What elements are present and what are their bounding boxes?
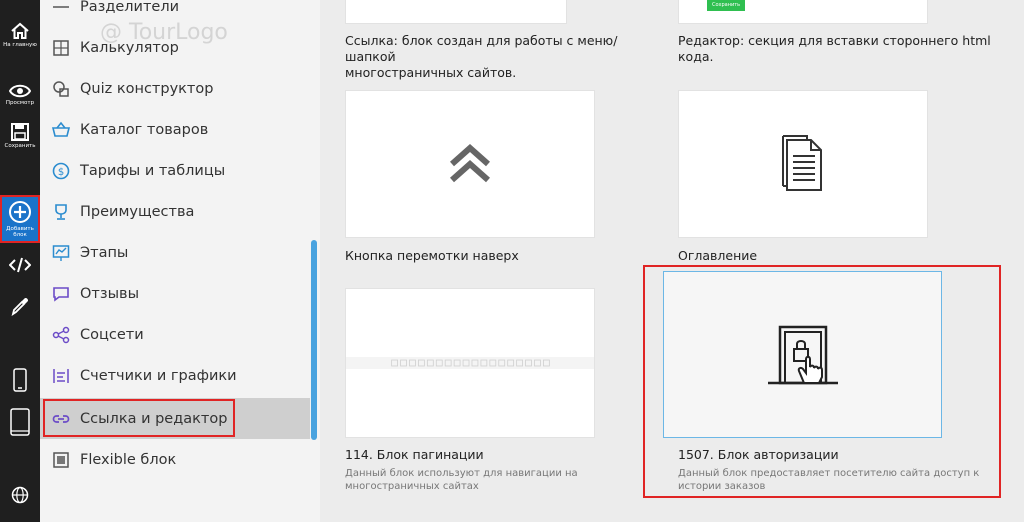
pagination-card-title[interactable]: 114. Блок пагинации [345,447,484,463]
sidebar-item-social[interactable]: Соцсети [40,314,310,355]
link-block-card-title[interactable]: Ссылка: блок создан для работы с меню/ша… [345,33,665,81]
editor-block-save-button: Сохранить [707,0,746,11]
tablet-view-button[interactable] [0,408,40,436]
chart-board-icon [52,244,70,262]
sidebar-item-label: Счетчики и графики [80,367,237,384]
sidebar-item-label: Соцсети [80,326,144,343]
floppy-disk-icon [11,123,29,141]
auth-card-title[interactable]: 1507. Блок авторизации [678,447,839,463]
quiz-icon [52,80,70,98]
mobile-view-button[interactable] [0,368,40,392]
code-button[interactable] [0,256,40,274]
preview-label: Просмотр [5,100,35,106]
home-icon [11,22,29,39]
color-picker-button[interactable] [0,296,40,316]
pagination-desc-line2: многостраничных сайтах [345,481,479,492]
home-button[interactable]: На главную [0,22,40,48]
preview-button[interactable]: Просмотр [0,84,40,106]
sidebar-item-label: Разделители [80,0,180,15]
share-icon [52,326,70,344]
basket-icon [52,121,70,139]
block-categories-sidebar: @ TourLogo Разделители Калькулятор Quiz … [40,0,320,522]
pagination-preview-icon [346,357,594,369]
calculator-icon [52,39,70,57]
link-icon [52,410,70,428]
door-touch-icon [767,325,838,384]
sidebar-item-tariffs[interactable]: $ Тарифы и таблицы [40,150,310,191]
smartphone-icon [13,368,27,392]
svg-text:$: $ [58,167,64,178]
divider-icon [52,0,70,16]
sidebar-item-catalog[interactable]: Каталог товаров [40,109,310,150]
plus-circle-icon [9,201,31,223]
language-button[interactable] [0,486,40,504]
code-icon [9,257,31,273]
editor-block-card-title[interactable]: Редактор: секция для вставки стороннего … [678,33,998,65]
toc-card-title[interactable]: Оглавление [678,248,757,264]
scroll-top-card-preview[interactable] [345,90,595,238]
pagination-card-description: Данный блок используют для навигации на … [345,467,578,493]
editor-block-title-line2: кода. [678,49,714,64]
add-block-label: Добавить блок [6,226,34,238]
sidebar-item-counters[interactable]: Счетчики и графики [40,355,310,396]
sidebar-item-label: Тарифы и таблицы [80,162,226,179]
sidebar-scrollbar[interactable] [311,240,317,440]
eye-icon [9,84,31,98]
editor-block-card-preview[interactable]: Сохранить [678,0,928,24]
sidebar-item-label: Калькулятор [80,39,179,56]
editor-toolbar: На главную Просмотр Сохранить Добавить бл… [0,0,40,522]
chat-icon [52,285,70,303]
save-label: Сохранить [4,143,36,149]
eyedropper-icon [11,298,28,316]
sidebar-item-dividers[interactable]: Разделители [40,0,310,27]
dollar-icon: $ [52,162,70,180]
auth-card-preview[interactable] [663,271,942,438]
auth-desc-line2: истории заказов [678,481,766,492]
sidebar-item-stages[interactable]: Этапы [40,232,310,273]
link-block-title-line2: многостраничных сайтов. [345,65,517,80]
sidebar-item-label: Отзывы [80,285,140,302]
tablet-icon [10,408,30,436]
trophy-icon [52,203,70,221]
scroll-top-card-title[interactable]: Кнопка перемотки наверх [345,248,519,264]
sidebar-item-link-editor[interactable]: Ссылка и редактор [40,398,310,439]
sidebar-item-label: Каталог товаров [80,121,209,138]
editor-block-title-line1: Редактор: секция для вставки стороннего … [678,33,991,48]
sidebar-item-advantages[interactable]: Преимущества [40,191,310,232]
sidebar-item-reviews[interactable]: Отзывы [40,273,310,314]
globe-icon [11,486,29,504]
auth-card-description: Данный блок предоставляет посетителю сай… [678,467,979,493]
link-block-title-line1: Ссылка: блок создан для работы с меню/ша… [345,33,618,64]
pagination-card-preview[interactable] [345,288,595,438]
add-block-label-line2: блок [13,232,27,238]
flexible-icon [52,451,70,469]
auth-desc-line1: Данный блок предоставляет посетителю сай… [678,468,980,479]
sidebar-item-label: Quiz конструктор [80,80,214,97]
home-label: На главную [3,42,37,48]
save-button[interactable]: Сохранить [0,123,40,149]
document-icon [782,135,822,191]
sidebar-item-label: Этапы [80,244,129,261]
double-chevron-up-icon [450,144,490,183]
sidebar-item-label: Преимущества [80,203,195,220]
link-block-card-preview[interactable] [345,0,567,24]
add-block-button[interactable]: Добавить блок [0,195,40,243]
pagination-desc-line1: Данный блок используют для навигации на [345,468,578,479]
sidebar-item-label: Flexible блок [80,451,177,468]
toc-card-preview[interactable] [678,90,928,238]
sidebar-item-quiz[interactable]: Quiz конструктор [40,68,310,109]
sidebar-item-label: Ссылка и редактор [80,410,228,427]
sidebar-item-calculator[interactable]: Калькулятор [40,27,310,68]
sidebar-item-flexible[interactable]: Flexible блок [40,439,310,480]
counter-icon [52,367,70,385]
